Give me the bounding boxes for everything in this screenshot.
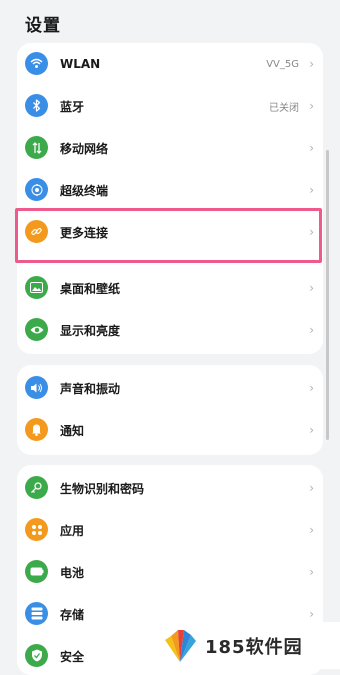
row-label: 移动网络 [60, 141, 109, 156]
row-label: 声音和振动 [60, 381, 121, 396]
row-label: 电池 [60, 565, 85, 580]
watermark-logo-icon [165, 629, 196, 662]
settings-row-bluetooth[interactable]: 蓝牙 已关闭 › [17, 85, 323, 127]
battery-icon [25, 560, 48, 583]
more-connections-highlight-box [15, 208, 322, 263]
chevron-right-icon: › [309, 381, 314, 395]
row-value: VV_5G [266, 58, 299, 70]
chevron-right-icon: › [309, 141, 314, 155]
eye-icon [25, 318, 48, 341]
settings-row-mobile-network[interactable]: 移动网络 › [17, 127, 323, 169]
row-label: 生物识别和密码 [60, 481, 145, 496]
bluetooth-icon [25, 94, 48, 117]
row-label: 超级终端 [60, 183, 109, 198]
chevron-right-icon: › [309, 57, 314, 71]
row-label: 应用 [60, 523, 85, 538]
chevron-right-icon: › [309, 183, 314, 197]
settings-row-biometrics[interactable]: 生物识别和密码 › [17, 467, 323, 509]
settings-row-wallpaper[interactable]: 桌面和壁纸 › [17, 267, 323, 309]
chevron-right-icon: › [309, 323, 314, 337]
chevron-right-icon: › [309, 565, 314, 579]
settings-row-wlan[interactable]: WLAN VV_5G › [17, 43, 323, 85]
chevron-right-icon: › [309, 99, 314, 113]
settings-row-battery[interactable]: 电池 › [17, 551, 323, 593]
key-icon [25, 476, 48, 499]
wifi-icon [25, 52, 48, 75]
chevron-right-icon: › [309, 281, 314, 295]
mobile-network-icon [25, 136, 48, 159]
watermark: 185软件园 [155, 622, 340, 669]
row-label: 安全 [60, 649, 85, 664]
settings-group-connectivity: WLAN VV_5G › 蓝牙 已关闭 › 移动网络 › 超级终端 › 更多连接… [17, 43, 323, 354]
row-label: WLAN [60, 57, 101, 71]
scrollbar[interactable] [326, 150, 329, 440]
chevron-right-icon: › [309, 607, 314, 621]
chevron-right-icon: › [309, 523, 314, 537]
settings-group-sound: 声音和振动 › 通知 › [17, 365, 323, 455]
chevron-right-icon: › [309, 481, 314, 495]
watermark-text: 185软件园 [205, 636, 303, 658]
settings-row-notifications[interactable]: 通知 › [17, 409, 323, 451]
wallpaper-icon [25, 276, 48, 299]
row-value: 已关闭 [269, 102, 299, 114]
speaker-icon [25, 376, 48, 399]
storage-icon [25, 602, 48, 625]
settings-row-sound[interactable]: 声音和振动 › [17, 367, 323, 409]
row-label: 蓝牙 [60, 99, 85, 114]
settings-row-super-device[interactable]: 超级终端 › [17, 169, 323, 211]
page-title: 设置 [25, 16, 61, 36]
super-device-icon [25, 178, 48, 201]
apps-icon [25, 518, 48, 541]
settings-row-display[interactable]: 显示和亮度 › [17, 309, 323, 351]
row-label: 通知 [60, 423, 85, 438]
shield-icon [25, 644, 48, 667]
row-label: 桌面和壁纸 [60, 281, 121, 296]
bell-icon [25, 418, 48, 441]
chevron-right-icon: › [309, 423, 314, 437]
row-label: 存储 [60, 607, 85, 622]
row-label: 显示和亮度 [60, 323, 121, 338]
settings-row-apps[interactable]: 应用 › [17, 509, 323, 551]
